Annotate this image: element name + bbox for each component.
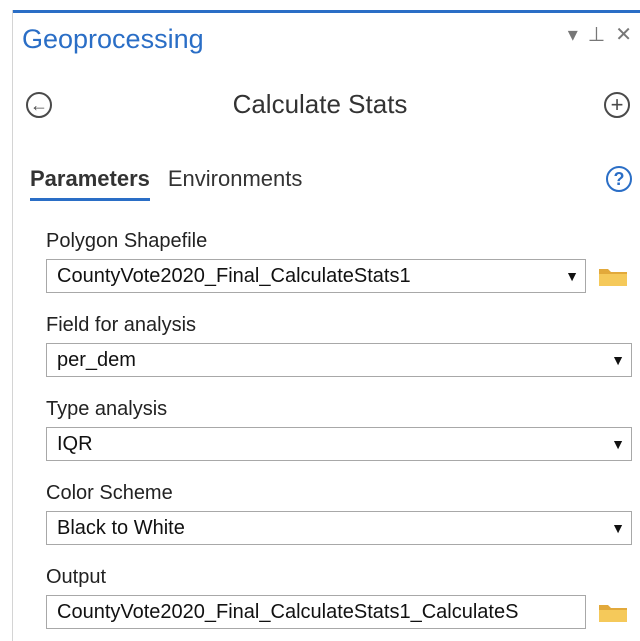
window-top [0, 0, 640, 4]
color-scheme-select[interactable]: Black to White ▼ [46, 511, 632, 545]
chevron-down-icon[interactable]: ▼ [605, 352, 631, 368]
param-label: Field for analysis [46, 314, 197, 336]
folder-icon[interactable] [598, 265, 628, 287]
tool-title: Calculate Stats [232, 89, 408, 119]
chevron-down-icon[interactable]: ▼ [559, 268, 585, 284]
pane-controls: ▾ ⊥ ✕ [568, 22, 632, 47]
field-value: per_dem [57, 348, 136, 371]
pane-title: Geoprocessing [22, 24, 204, 54]
field-value: IQR [57, 432, 93, 455]
param-label: Output [46, 566, 107, 588]
tab-environments[interactable]: Environments [168, 166, 303, 201]
param-output: Output CountyVote2020_Final_CalculateSta… [46, 566, 632, 629]
param-color-scheme: Color Scheme Black to White ▼ [46, 482, 632, 545]
output-input[interactable]: CountyVote2020_Final_CalculateStats1_Cal… [46, 595, 586, 629]
field-value: Black to White [57, 516, 185, 539]
param-field-for-analysis: Field for analysis per_dem ▼ [46, 314, 632, 377]
param-label: Color Scheme [46, 482, 173, 504]
type-analysis-select[interactable]: IQR ▼ [46, 427, 632, 461]
param-type-analysis: Type analysis IQR ▼ [46, 398, 632, 461]
polygon-shapefile-select[interactable]: CountyVote2020_Final_CalculateStats1 ▼ [46, 259, 586, 293]
close-icon[interactable]: ✕ [615, 22, 632, 47]
chevron-down-icon[interactable]: ▼ [605, 436, 631, 452]
help-icon[interactable]: ? [606, 166, 632, 192]
tab-bar: Parameters Environments [30, 166, 302, 201]
field-for-analysis-select[interactable]: per_dem ▼ [46, 343, 632, 377]
pin-icon[interactable]: ⊥ [588, 22, 605, 47]
folder-icon[interactable] [598, 601, 628, 623]
pane-options-icon[interactable]: ▾ [568, 22, 578, 47]
field-value: CountyVote2020_Final_CalculateStats1 [57, 264, 411, 287]
pane-accent-line [12, 10, 640, 13]
field-value: CountyVote2020_Final_CalculateStats1_Cal… [57, 600, 519, 623]
param-label: Type analysis [46, 398, 168, 420]
add-button[interactable]: + [604, 92, 630, 118]
param-label: Polygon Shapefile [46, 230, 208, 252]
plus-icon: + [610, 92, 624, 117]
param-polygon-shapefile: Polygon Shapefile CountyVote2020_Final_C… [46, 230, 632, 293]
tab-parameters[interactable]: Parameters [30, 166, 150, 201]
chevron-down-icon[interactable]: ▼ [605, 520, 631, 536]
